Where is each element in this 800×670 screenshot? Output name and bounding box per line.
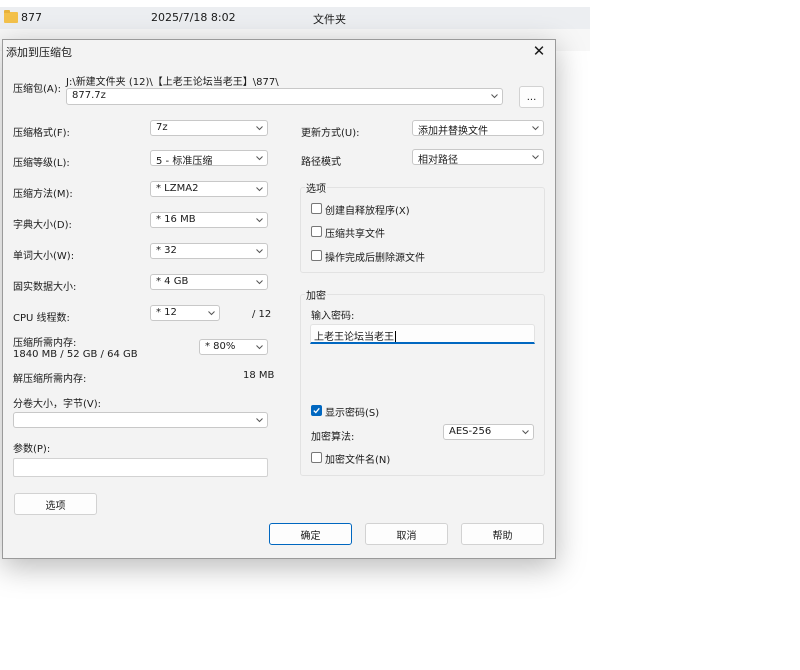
update-label: 更新方式(U):	[301, 128, 360, 139]
encrypt-names-checkbox[interactable]	[311, 452, 322, 463]
archive-name-combo[interactable]: 877.7z	[66, 88, 503, 105]
cancel-button[interactable]: 取消	[365, 523, 448, 545]
options-group-title: 选项	[305, 180, 327, 195]
chevron-down-icon	[256, 187, 263, 192]
archive-path: J:\新建文件夹 (12)\【上老王论坛当老王】\877\	[66, 77, 279, 88]
path-mode-label: 路径模式	[301, 157, 341, 168]
options-button[interactable]: 选项	[14, 493, 97, 515]
sfx-label: 创建自释放程序(X)	[325, 206, 410, 217]
format-combo[interactable]: 7z	[150, 120, 268, 136]
chevron-down-icon	[208, 311, 215, 316]
file-name: 877	[21, 11, 42, 24]
help-button[interactable]: 帮助	[461, 523, 544, 545]
word-combo[interactable]: * 32	[150, 243, 268, 259]
word-value: * 32	[156, 245, 177, 256]
file-row-877[interactable]: 877 2025/7/18 8:02 文件夹	[0, 7, 590, 29]
title-bar[interactable]: 添加到压缩包 ✕	[3, 40, 555, 62]
solid-label: 固实数据大小:	[13, 282, 77, 293]
path-mode-value: 相对路径	[418, 155, 458, 166]
method-value: * LZMA2	[156, 183, 199, 194]
chevron-down-icon	[491, 94, 498, 99]
format-value: 7z	[156, 122, 168, 133]
password-input[interactable]: 上老王论坛当老王	[310, 324, 535, 344]
word-label: 单词大小(W):	[13, 251, 75, 262]
decomp-label: 解压缩所需内存:	[13, 374, 87, 385]
show-password-checkbox[interactable]	[311, 405, 322, 416]
password-value: 上老王论坛当老王	[314, 332, 394, 343]
volume-combo[interactable]	[13, 412, 268, 428]
chevron-down-icon	[256, 418, 263, 423]
chevron-down-icon	[256, 218, 263, 223]
threads-max: / 12	[252, 309, 272, 320]
update-combo[interactable]: 添加并替换文件	[412, 120, 544, 137]
threads-label: CPU 线程数:	[13, 313, 70, 324]
close-icon[interactable]: ✕	[530, 40, 548, 62]
dict-label: 字典大小(D):	[13, 220, 72, 231]
password-label: 输入密码:	[311, 311, 355, 322]
shared-label: 压缩共享文件	[325, 229, 385, 240]
encryption-method-value: AES-256	[449, 426, 492, 437]
encryption-method-combo[interactable]: AES-256	[443, 424, 534, 440]
solid-combo[interactable]: * 4 GB	[150, 274, 268, 290]
method-combo[interactable]: * LZMA2	[150, 181, 268, 197]
dict-value: * 16 MB	[156, 214, 196, 225]
encrypt-names-label: 加密文件名(N)	[325, 455, 391, 466]
dict-combo[interactable]: * 16 MB	[150, 212, 268, 228]
chevron-down-icon	[256, 156, 263, 161]
chevron-down-icon	[256, 126, 263, 131]
solid-value: * 4 GB	[156, 276, 189, 287]
browse-button[interactable]: ...	[519, 86, 544, 108]
decomp-value: 18 MB	[243, 370, 275, 381]
chevron-down-icon	[256, 280, 263, 285]
params-label: 参数(P):	[13, 444, 51, 455]
delete-checkbox[interactable]	[311, 250, 322, 261]
update-value: 添加并替换文件	[418, 126, 488, 137]
threads-value: * 12	[156, 307, 177, 318]
delete-label: 操作完成后删除源文件	[325, 253, 425, 264]
level-combo[interactable]: 5 - 标准压缩	[150, 150, 268, 167]
ok-button[interactable]: 确定	[269, 523, 352, 545]
mem-label: 压缩所需内存:	[13, 338, 77, 349]
file-type: 文件夹	[313, 13, 346, 26]
threads-combo[interactable]: * 12	[150, 305, 220, 321]
chevron-down-icon	[532, 155, 539, 160]
mem-value: * 80%	[205, 341, 236, 352]
mem-detail: 1840 MB / 52 GB / 64 GB	[13, 349, 138, 360]
encryption-group-title: 加密	[305, 287, 327, 302]
level-value: 5 - 标准压缩	[156, 156, 213, 167]
format-label: 压缩格式(F):	[13, 128, 70, 139]
dialog-title: 添加到压缩包	[6, 46, 72, 59]
file-date: 2025/7/18 8:02	[151, 11, 236, 24]
method-label: 压缩方法(M):	[13, 189, 73, 200]
chevron-down-icon	[522, 430, 529, 435]
shared-checkbox[interactable]	[311, 226, 322, 237]
show-password-label: 显示密码(S)	[325, 408, 380, 419]
chevron-down-icon	[256, 249, 263, 254]
chevron-down-icon	[532, 126, 539, 131]
volume-label: 分卷大小，字节(V):	[13, 399, 102, 410]
path-mode-combo[interactable]: 相对路径	[412, 149, 544, 166]
add-to-archive-dialog: 添加到压缩包 ✕ 压缩包(A): J:\新建文件夹 (12)\【上老王论坛当老王…	[2, 39, 556, 559]
checkmark-icon	[313, 407, 320, 414]
archive-name-value: 877.7z	[72, 90, 106, 101]
mem-combo[interactable]: * 80%	[199, 339, 268, 355]
archive-label: 压缩包(A):	[13, 84, 62, 95]
folder-icon	[4, 10, 18, 23]
chevron-down-icon	[256, 345, 263, 350]
params-input[interactable]	[13, 458, 268, 477]
sfx-checkbox[interactable]	[311, 203, 322, 214]
text-caret	[395, 331, 396, 342]
level-label: 压缩等级(L):	[13, 158, 70, 169]
encryption-method-label: 加密算法:	[311, 432, 355, 443]
